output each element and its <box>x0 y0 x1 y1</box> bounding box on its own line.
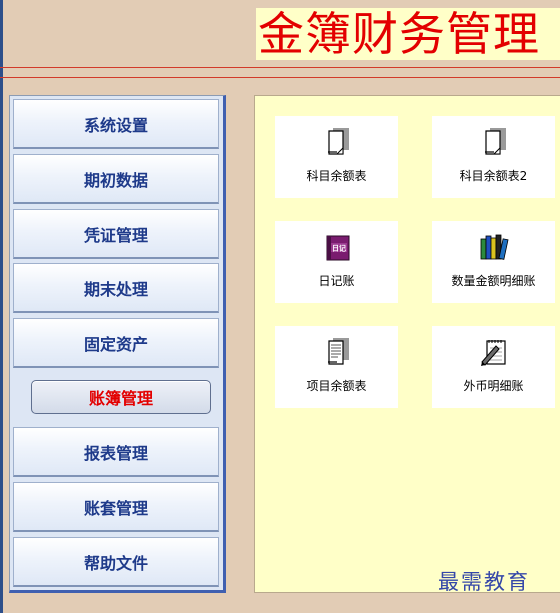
nav-item-system-settings[interactable]: 系统设置 <box>13 99 219 149</box>
tile-label: 日记账 <box>318 274 355 288</box>
nav-item-period-end[interactable]: 期末处理 <box>13 263 219 313</box>
tile-project-balance[interactable]: 项目余额表 <box>275 326 398 408</box>
tile-subject-balance[interactable]: 科目余额表 <box>275 116 398 198</box>
nav-item-fixed-assets[interactable]: 固定资产 <box>13 318 219 368</box>
lined-document-icon <box>327 338 349 365</box>
nav-item-opening-data[interactable]: 期初数据 <box>13 154 219 204</box>
header-rule-top <box>0 67 560 68</box>
watermark-text: 最需教育 <box>438 570 530 594</box>
tile-subject-balance-2[interactable]: 科目余额表2 <box>432 116 555 198</box>
books-icon <box>480 234 508 260</box>
nav-item-help-files[interactable]: 帮助文件 <box>13 537 219 587</box>
svg-text:日记: 日记 <box>332 244 346 253</box>
document-icon <box>484 128 506 155</box>
journal-book-icon: 日记 <box>326 235 349 261</box>
tile-journal[interactable]: 日记 日记账 <box>275 221 398 303</box>
header-rule-bottom <box>0 77 560 78</box>
sidebar-nav: 系统设置 期初数据 凭证管理 期末处理 固定资产 账簿管理 报表管理 账套管理 … <box>9 95 226 593</box>
title-banner: 金簿财务管理 <box>256 8 560 60</box>
tile-label: 项目余额表 <box>306 379 367 393</box>
tile-label: 数量金额明细账 <box>451 274 536 288</box>
document-icon <box>327 128 349 155</box>
nav-item-ledger-management[interactable]: 账簿管理 <box>31 380 211 414</box>
tile-foreign-currency-ledger[interactable]: 外币明细账 <box>432 326 555 408</box>
nav-item-account-set-management[interactable]: 账套管理 <box>13 482 219 532</box>
nav-item-report-management[interactable]: 报表管理 <box>13 427 219 477</box>
tile-label: 外币明细账 <box>463 379 524 393</box>
tile-quantity-amount-ledger[interactable]: 数量金额明细账 <box>432 221 555 303</box>
window-edge <box>0 0 3 613</box>
nav-item-voucher-management[interactable]: 凭证管理 <box>13 209 219 259</box>
tile-label: 科目余额表 <box>306 169 367 183</box>
tile-label: 科目余额表2 <box>459 169 528 183</box>
notepad-pen-icon <box>480 340 506 366</box>
content-panel: 科目余额表 科目余额表2 日记 日记账 数量金额明细账 项目余额表 外币明细账 <box>254 95 560 593</box>
app-title: 金簿财务管理 <box>258 8 540 60</box>
